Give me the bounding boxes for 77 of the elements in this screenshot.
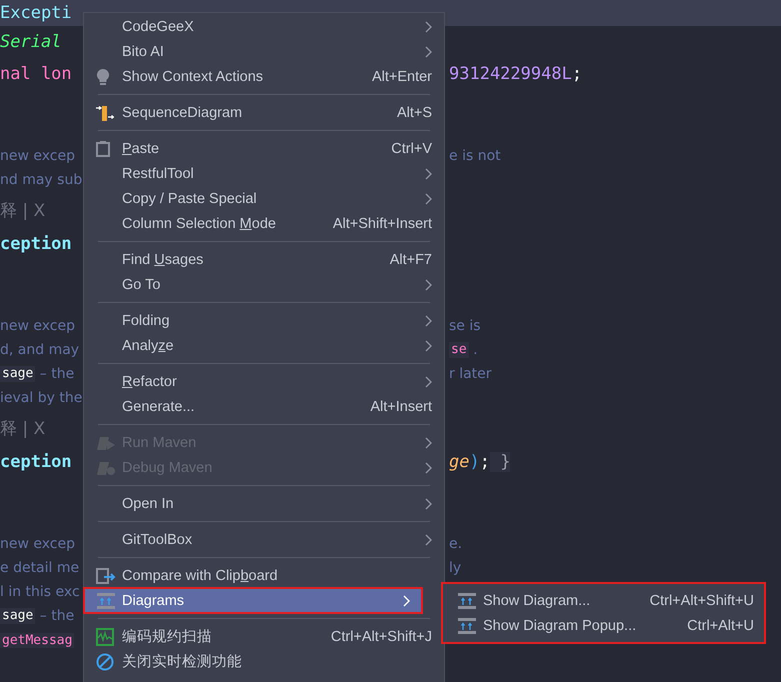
code-text: e is not bbox=[449, 148, 501, 164]
code-text: d, and may bbox=[0, 342, 80, 358]
code-text: new excep bbox=[0, 536, 75, 552]
menu-item[interactable]: Find Usages Alt+F7 bbox=[84, 247, 444, 272]
chevron-right-icon bbox=[425, 192, 432, 204]
code-text: } bbox=[490, 452, 510, 472]
diagram-icon bbox=[457, 592, 477, 610]
menu-item[interactable]: Show Diagram... Ctrl+Alt+Shift+U bbox=[443, 588, 764, 613]
menu-item[interactable]: Go To bbox=[84, 272, 444, 297]
chevron-right-icon bbox=[403, 594, 410, 606]
chevron-right-icon bbox=[425, 376, 432, 388]
code-text: 93124229948L bbox=[449, 64, 572, 84]
chevron-right-icon bbox=[425, 314, 432, 326]
menu-item[interactable]: Generate... Alt+Insert bbox=[84, 394, 444, 419]
sequence-diagram-icon bbox=[96, 104, 114, 122]
code-text: 释 | X bbox=[0, 200, 46, 222]
code-text: 释 | X bbox=[0, 418, 46, 440]
code-text: ieval by the bbox=[0, 390, 82, 406]
chevron-right-icon bbox=[425, 534, 432, 546]
menu-item[interactable]: Column Selection Mode Alt+Shift+Insert bbox=[84, 211, 444, 236]
chevron-right-icon bbox=[425, 436, 432, 448]
code-text: – the bbox=[38, 366, 74, 382]
code-text: Serial bbox=[0, 32, 62, 52]
menu-item[interactable]: Bito AI bbox=[84, 39, 444, 64]
diagram-icon bbox=[96, 592, 116, 610]
code-text: e detail me bbox=[0, 560, 80, 576]
chevron-right-icon bbox=[425, 462, 432, 474]
pulse-chart-icon bbox=[96, 628, 114, 646]
code-text: new excep bbox=[0, 148, 75, 164]
code-text: getMessag bbox=[0, 632, 74, 648]
chevron-right-icon bbox=[425, 278, 432, 290]
code-text: ge bbox=[449, 452, 470, 472]
menu-item[interactable]: Show Diagram Popup... Ctrl+Alt+U bbox=[443, 613, 764, 638]
code-text: . bbox=[472, 342, 478, 358]
code-text: Excepti bbox=[0, 3, 72, 23]
menu-item[interactable]: Refactor bbox=[84, 369, 444, 394]
menu-item[interactable]: 编码规约扫描 Ctrl+Alt+Shift+J bbox=[84, 624, 444, 649]
menu-item[interactable]: Open In bbox=[84, 491, 444, 516]
code-text: nal lon bbox=[0, 64, 72, 84]
menu-item[interactable]: Show Context Actions Alt+Enter bbox=[84, 64, 444, 89]
code-text: ception bbox=[0, 452, 72, 472]
code-text: sage bbox=[0, 608, 36, 624]
menu-item[interactable]: RestfulTool bbox=[84, 161, 444, 186]
menu-item[interactable]: Compare with Clipboard bbox=[84, 563, 444, 588]
code-text: e. bbox=[449, 536, 462, 552]
code-text: ) bbox=[469, 452, 480, 472]
code-text: ; bbox=[480, 452, 490, 472]
menu-item[interactable]: 关闭实时检测功能 bbox=[84, 649, 444, 674]
menu-item[interactable]: Diagrams bbox=[84, 588, 422, 613]
chevron-right-icon bbox=[425, 498, 432, 510]
code-text: se bbox=[449, 342, 469, 358]
code-text: l in this exc bbox=[0, 584, 80, 600]
diagram-icon bbox=[457, 616, 477, 634]
clipboard-icon bbox=[96, 140, 110, 156]
menu-item[interactable]: Paste Ctrl+V bbox=[84, 136, 444, 161]
code-text: sage bbox=[0, 366, 36, 382]
code-text: nd may sub bbox=[0, 172, 82, 188]
code-text: – the bbox=[38, 608, 74, 624]
menu-item[interactable]: Copy / Paste Special bbox=[84, 186, 444, 211]
menu-item[interactable]: CodeGeeX bbox=[84, 14, 444, 39]
menu-item[interactable]: Folding bbox=[84, 308, 444, 333]
code-text: ception bbox=[0, 234, 72, 254]
menu-item[interactable]: GitToolBox bbox=[84, 527, 444, 552]
prohibited-icon bbox=[96, 652, 114, 670]
chevron-right-icon bbox=[425, 340, 432, 352]
code-text: ; bbox=[572, 64, 582, 84]
code-text: new excep bbox=[0, 318, 75, 334]
menu-item[interactable]: SequenceDiagram Alt+S bbox=[84, 100, 444, 125]
menu-item[interactable]: Analyze bbox=[84, 333, 444, 358]
code-text: ly bbox=[449, 560, 462, 576]
chevron-right-icon bbox=[425, 20, 432, 32]
code-text: se is bbox=[449, 318, 481, 334]
code-text: r later bbox=[449, 366, 492, 382]
chevron-right-icon bbox=[425, 46, 432, 58]
lightbulb-icon bbox=[96, 68, 110, 86]
compare-icon bbox=[96, 566, 116, 584]
chevron-right-icon bbox=[425, 168, 432, 180]
